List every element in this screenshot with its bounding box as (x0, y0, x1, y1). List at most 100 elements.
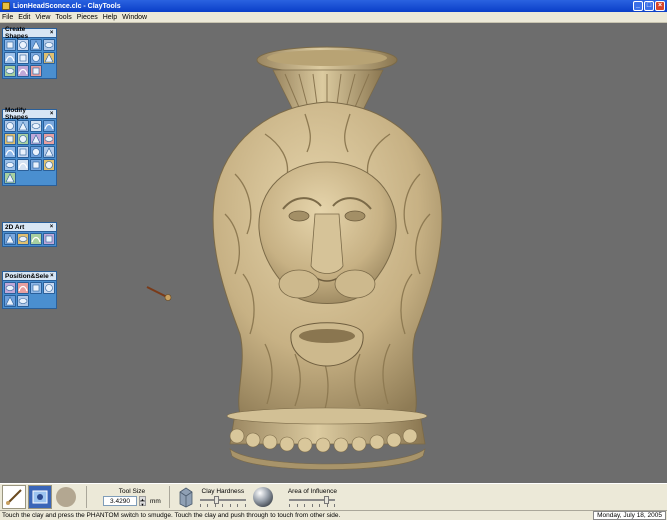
clay-material-icon[interactable] (54, 485, 78, 509)
palette-tool-button[interactable] (43, 39, 55, 51)
palette-tool-grid (3, 119, 56, 185)
viewport-3d[interactable]: Create Shapes × Modify Shapes × 2D Art ×… (0, 23, 667, 483)
tool-size-input[interactable]: 3.4290 (103, 496, 137, 506)
clay-hardness-thumb[interactable] (214, 495, 220, 504)
palette-tool-button[interactable] (30, 146, 42, 158)
bottom-toolbar: Tool Size 3.4290 ▲ ▼ mm Clay Hardness Ar… (0, 483, 667, 510)
clay-hardness-label: Clay Hardness (201, 487, 245, 495)
menu-tools[interactable]: Tools (55, 14, 71, 21)
palette-tool-grid (3, 38, 56, 78)
minimize-button[interactable]: _ (633, 1, 643, 11)
area-of-influence-thumb[interactable] (324, 495, 330, 504)
menu-edit[interactable]: Edit (18, 14, 30, 21)
tool-size-spinner[interactable]: ▲ ▼ (139, 496, 146, 507)
palette-tool-button[interactable] (43, 159, 55, 171)
tool-icon (18, 285, 28, 292)
palette-tool-button[interactable] (17, 295, 29, 307)
palette-tool-button[interactable] (30, 282, 42, 294)
palette-tool-button[interactable] (17, 133, 29, 145)
palette-tool-button[interactable] (30, 65, 42, 77)
palette-tool-button[interactable] (17, 146, 29, 158)
palette-tool-button[interactable] (4, 295, 16, 307)
palette-tool-button[interactable] (4, 120, 16, 132)
tool-icon (31, 236, 41, 243)
close-button[interactable]: × (655, 1, 665, 11)
palette-tool-button[interactable] (30, 233, 42, 245)
palette-tool-button[interactable] (30, 133, 42, 145)
palette-close-button[interactable]: × (48, 224, 55, 231)
tool-icon (5, 285, 15, 291)
tool-icon (5, 162, 15, 168)
palette-tool-button[interactable] (43, 146, 55, 158)
tool-size-label: Tool Size (118, 488, 146, 495)
palette-close-button[interactable]: × (48, 30, 55, 37)
menu-bar: File Edit View Tools Pieces Help Window (0, 12, 667, 23)
palette-close-button[interactable]: × (49, 273, 55, 280)
tool-icon (31, 123, 41, 129)
menu-file[interactable]: File (2, 14, 13, 21)
clay-hardness-control: Clay Hardness (199, 487, 246, 507)
tool-icon (19, 54, 27, 62)
palette-tool-button[interactable] (4, 282, 16, 294)
slider-line (199, 498, 246, 501)
menu-pieces[interactable]: Pieces (77, 14, 98, 21)
smudge-tool-icon[interactable] (2, 485, 26, 509)
area-of-influence-slider[interactable] (289, 495, 336, 504)
palette-tool-grid (3, 232, 56, 246)
palette-tool-button[interactable] (4, 133, 16, 145)
tool-icon (32, 148, 40, 156)
palette-tool-button[interactable] (17, 282, 29, 294)
palette-modify-shapes: Modify Shapes × (2, 107, 57, 186)
palette-tool-button[interactable] (4, 146, 16, 158)
palette-tool-button[interactable] (17, 52, 29, 64)
palette-tool-button[interactable] (17, 65, 29, 77)
palette-tool-button[interactable] (30, 120, 42, 132)
menu-help[interactable]: Help (103, 14, 117, 21)
lion-head-sconce-model[interactable] (195, 44, 460, 474)
tool-icon (44, 136, 54, 142)
tool-icon (45, 235, 53, 243)
tool-icon (18, 68, 28, 75)
status-message: Touch the clay and press the PHANTOM swi… (2, 512, 341, 519)
clay-hardness-slider[interactable] (199, 495, 246, 504)
tool-icon (19, 148, 27, 156)
palette-close-button[interactable]: × (48, 111, 55, 118)
view-mode-icon[interactable] (28, 485, 52, 509)
spinner-down-icon[interactable]: ▼ (139, 501, 146, 507)
menu-window[interactable]: Window (122, 14, 147, 21)
palette-tool-button[interactable] (17, 120, 29, 132)
palette-tool-button[interactable] (4, 159, 16, 171)
palette-tool-button[interactable] (4, 233, 16, 245)
maximize-button[interactable]: □ (644, 1, 654, 11)
palette-header: 2D Art × (3, 223, 56, 232)
palette-tool-button[interactable] (17, 39, 29, 51)
tool-icon (44, 53, 54, 63)
palette-tool-button[interactable] (30, 39, 42, 51)
tool-icon (31, 134, 41, 144)
palette-tool-button[interactable] (43, 120, 55, 132)
palette-tool-button[interactable] (30, 159, 42, 171)
palette-tool-button[interactable] (4, 39, 16, 51)
palette-tool-button[interactable] (4, 52, 16, 64)
palette-tool-button[interactable] (4, 172, 16, 184)
palette-position-select: Position&Sele × (2, 271, 57, 309)
slider-ticks (289, 503, 336, 507)
palette-tool-button[interactable] (17, 233, 29, 245)
window-title: LionHeadSconce.clc - ClayTools (13, 2, 121, 10)
palette-tool-button[interactable] (30, 52, 42, 64)
palette-tool-button[interactable] (43, 282, 55, 294)
palette-tool-button[interactable] (43, 233, 55, 245)
palette-tool-button[interactable] (4, 65, 16, 77)
palette-tool-button[interactable] (17, 159, 29, 171)
window-controls: _ □ × (633, 1, 665, 11)
title-bar: LionHeadSconce.clc - ClayTools _ □ × (0, 0, 667, 12)
menu-view[interactable]: View (35, 14, 50, 21)
tool-icon (18, 121, 28, 131)
tool-icon (6, 41, 14, 49)
tool-icon (19, 41, 27, 49)
tool-icon (5, 68, 15, 74)
palette-tool-button[interactable] (43, 133, 55, 145)
tool-icon (32, 67, 40, 75)
palette-tool-button[interactable] (43, 52, 55, 64)
palette-title: Position&Sele (5, 272, 49, 280)
